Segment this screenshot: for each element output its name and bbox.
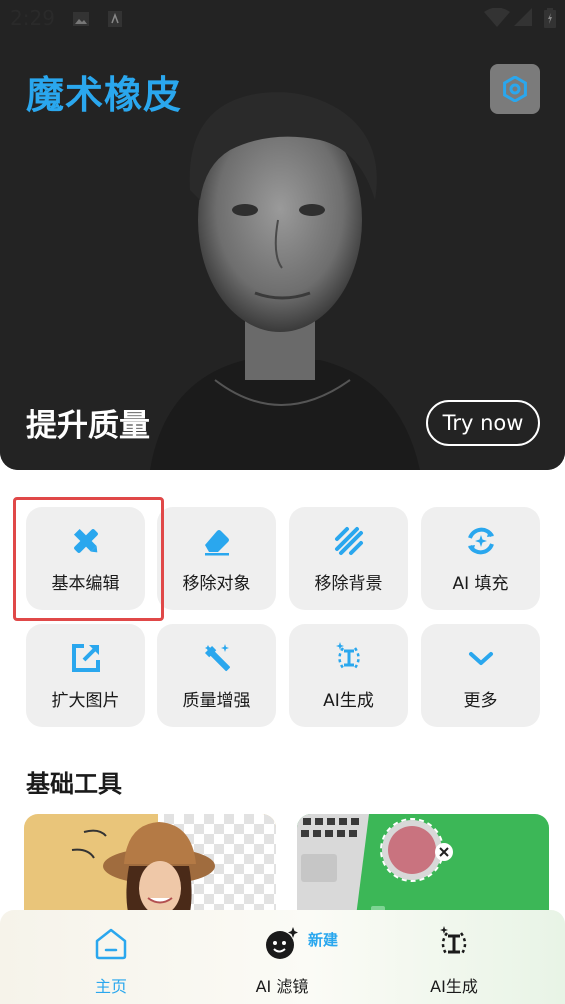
tool-label: 移除背景 [314, 574, 383, 594]
bottom-navigation: 主页 AI 滤镜 AI生成 [0, 910, 565, 1004]
new-badge: 新建 [308, 931, 339, 949]
tool-label: 移除对象 [182, 574, 251, 594]
magic-wand-icon [204, 644, 230, 672]
status-bar: 2:29 [0, 0, 565, 38]
status-time: 2:29 [10, 6, 55, 30]
text-notification-icon [108, 11, 122, 27]
tool-ai-fill[interactable]: AI 填充 [421, 507, 540, 610]
settings-button[interactable] [490, 64, 540, 114]
nav-ai-filter[interactable]: AI 滤镜 [222, 910, 342, 1004]
ai-generate-icon [440, 926, 467, 956]
home-icon [95, 928, 127, 960]
tool-label: 扩大图片 [51, 691, 120, 711]
hero-caption: 提升质量 [26, 408, 150, 444]
tool-ai-generate[interactable]: AI生成 [289, 624, 408, 727]
chevron-down-icon [468, 652, 493, 665]
nav-label: AI 滤镜 [255, 977, 309, 996]
nav-home[interactable]: 主页 [51, 910, 171, 1004]
section-title: 基础工具 [26, 770, 122, 798]
pencil-ruler-icon [73, 528, 98, 553]
nav-ai-generate[interactable]: AI生成 [394, 910, 514, 1004]
ai-fill-icon [467, 527, 494, 555]
image-notification-icon [73, 12, 89, 26]
signal-icon [514, 8, 532, 26]
wifi-icon [484, 8, 510, 27]
tool-label: AI 填充 [452, 574, 509, 594]
ai-generate-icon [335, 642, 360, 669]
battery-icon [544, 8, 556, 28]
nav-label: 主页 [94, 977, 127, 996]
face-sparkle-icon [266, 927, 298, 959]
tool-label: AI生成 [323, 691, 374, 711]
tool-quality-enhance[interactable]: 质量增强 [157, 624, 276, 727]
tool-label: 质量增强 [182, 691, 251, 711]
nav-label: AI生成 [430, 977, 478, 996]
expand-image-icon [71, 644, 100, 672]
tool-label: 更多 [463, 691, 498, 711]
tool-remove-object[interactable]: 移除对象 [157, 507, 276, 610]
tool-more[interactable]: 更多 [421, 624, 540, 727]
tool-remove-background[interactable]: 移除背景 [289, 507, 408, 610]
tool-expand-image[interactable]: 扩大图片 [26, 624, 145, 727]
eraser-icon [204, 530, 229, 556]
try-now-button[interactable]: Try now [426, 400, 540, 446]
hero-banner[interactable]: 2:29 魔术橡皮 提升质量 Try now [0, 0, 565, 470]
gear-icon [503, 76, 527, 102]
background-remove-icon [334, 527, 363, 555]
tool-basic-edit[interactable]: 基本编辑 [26, 507, 145, 610]
tool-label: 基本编辑 [51, 574, 120, 594]
app-title: 魔术橡皮 [26, 73, 183, 117]
